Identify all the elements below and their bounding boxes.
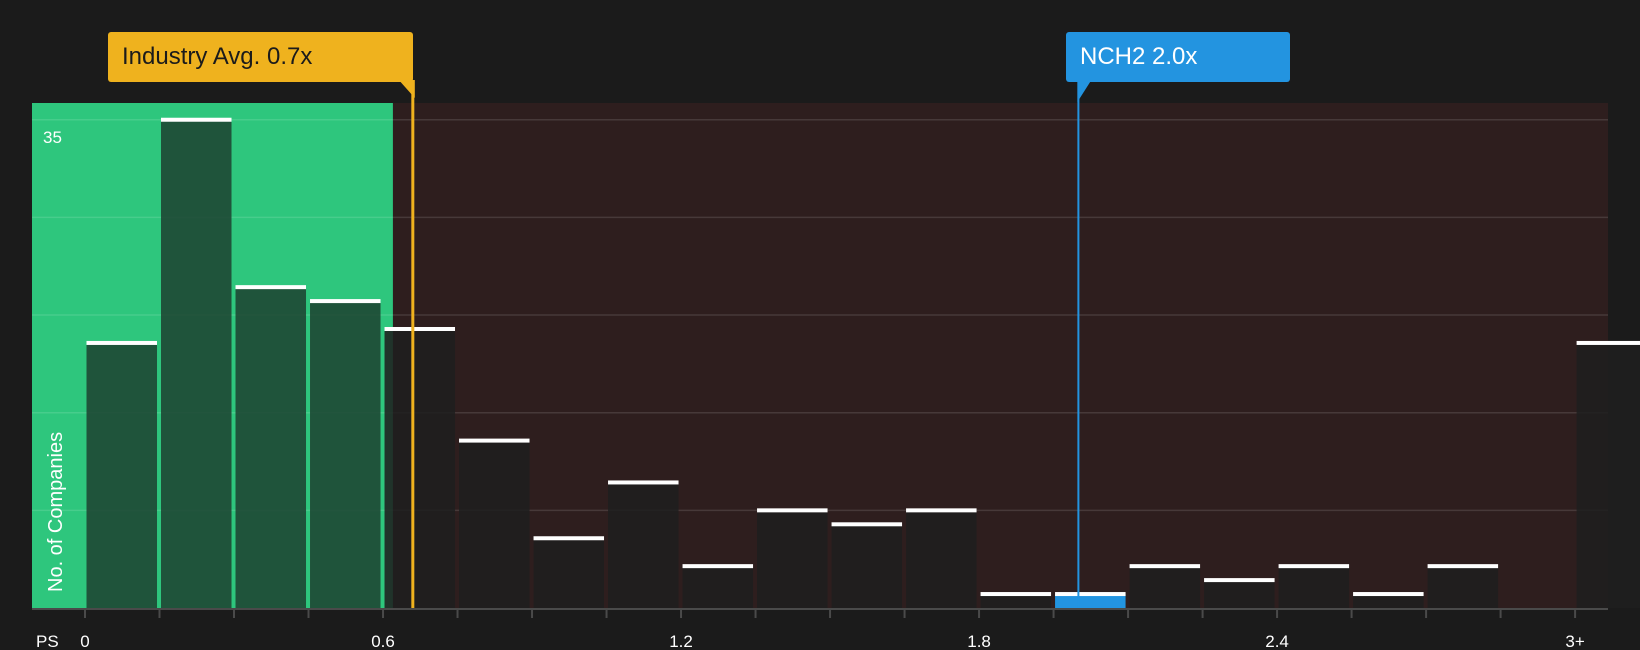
histogram-bar	[533, 538, 605, 608]
histogram-bar	[831, 524, 903, 608]
x-tick-label: 1.8	[967, 632, 991, 650]
x-tick-label: 0.6	[371, 632, 395, 650]
x-tick-label: 0	[80, 632, 89, 650]
histogram-bar	[161, 119, 232, 609]
histogram-bar	[384, 328, 456, 608]
company-ps-callout: NCH2 2.0x	[1066, 32, 1290, 82]
bar-top-marker	[757, 508, 828, 513]
histogram-bar	[682, 566, 754, 608]
overvalued-zone	[392, 103, 1609, 608]
x-tick-label: 3+	[1565, 632, 1584, 650]
histogram-bar	[86, 342, 158, 608]
bar-top-marker	[831, 522, 903, 527]
histogram-bar	[757, 510, 828, 608]
x-axis: 0 0.6 1.2 1.8 2.4 3+	[32, 608, 1608, 650]
bar-top-marker	[608, 480, 679, 485]
bar-top-marker	[1204, 578, 1275, 583]
bar-top-marker	[459, 438, 530, 443]
histogram-bar	[235, 287, 307, 608]
x-tick-label: 2.4	[1265, 632, 1289, 650]
y-tick-label: 35	[43, 128, 62, 147]
bar-top-marker	[1278, 564, 1350, 569]
industry-callout-pointer	[398, 80, 415, 98]
histogram-bar	[608, 482, 679, 608]
industry-average-callout: Industry Avg. 0.7x	[108, 32, 413, 82]
bar-top-marker	[1427, 564, 1499, 569]
histogram-bar	[906, 510, 977, 608]
histogram-bar	[980, 594, 1052, 608]
bar-top-marker	[980, 592, 1052, 597]
histogram-bar	[1204, 580, 1275, 608]
bar-top-marker	[310, 299, 381, 304]
x-axis-label: PS	[36, 632, 59, 650]
histogram-bar	[1278, 566, 1350, 608]
bar-top-marker	[86, 340, 158, 345]
bar-top-marker	[1576, 340, 1640, 345]
bar-top-marker	[533, 536, 605, 541]
bar-top-marker	[1055, 592, 1126, 597]
bar-top-marker	[1353, 592, 1424, 597]
bar-top-marker	[1129, 564, 1201, 569]
histogram-bar	[310, 301, 381, 608]
ps-histogram-chart: 0 0.6 1.2 1.8 2.4 3+ 35 No. of Companies PS	[32, 80, 1640, 650]
y-axis-label: No. of Companies	[45, 432, 67, 592]
histogram-bar	[1353, 594, 1424, 608]
bar-top-marker	[161, 117, 232, 122]
histogram-bar	[459, 440, 530, 608]
histogram-bar	[1576, 342, 1640, 608]
bar-top-marker	[906, 508, 977, 513]
histogram-bar	[1129, 566, 1201, 608]
bar-top-marker	[235, 285, 307, 290]
bar-top-marker	[682, 564, 754, 569]
histogram-bar	[1055, 594, 1126, 608]
x-tick-label: 1.2	[669, 632, 693, 650]
histogram-bar	[1427, 566, 1499, 608]
company-callout-pointer	[1077, 80, 1092, 102]
bar-top-marker	[384, 326, 456, 331]
